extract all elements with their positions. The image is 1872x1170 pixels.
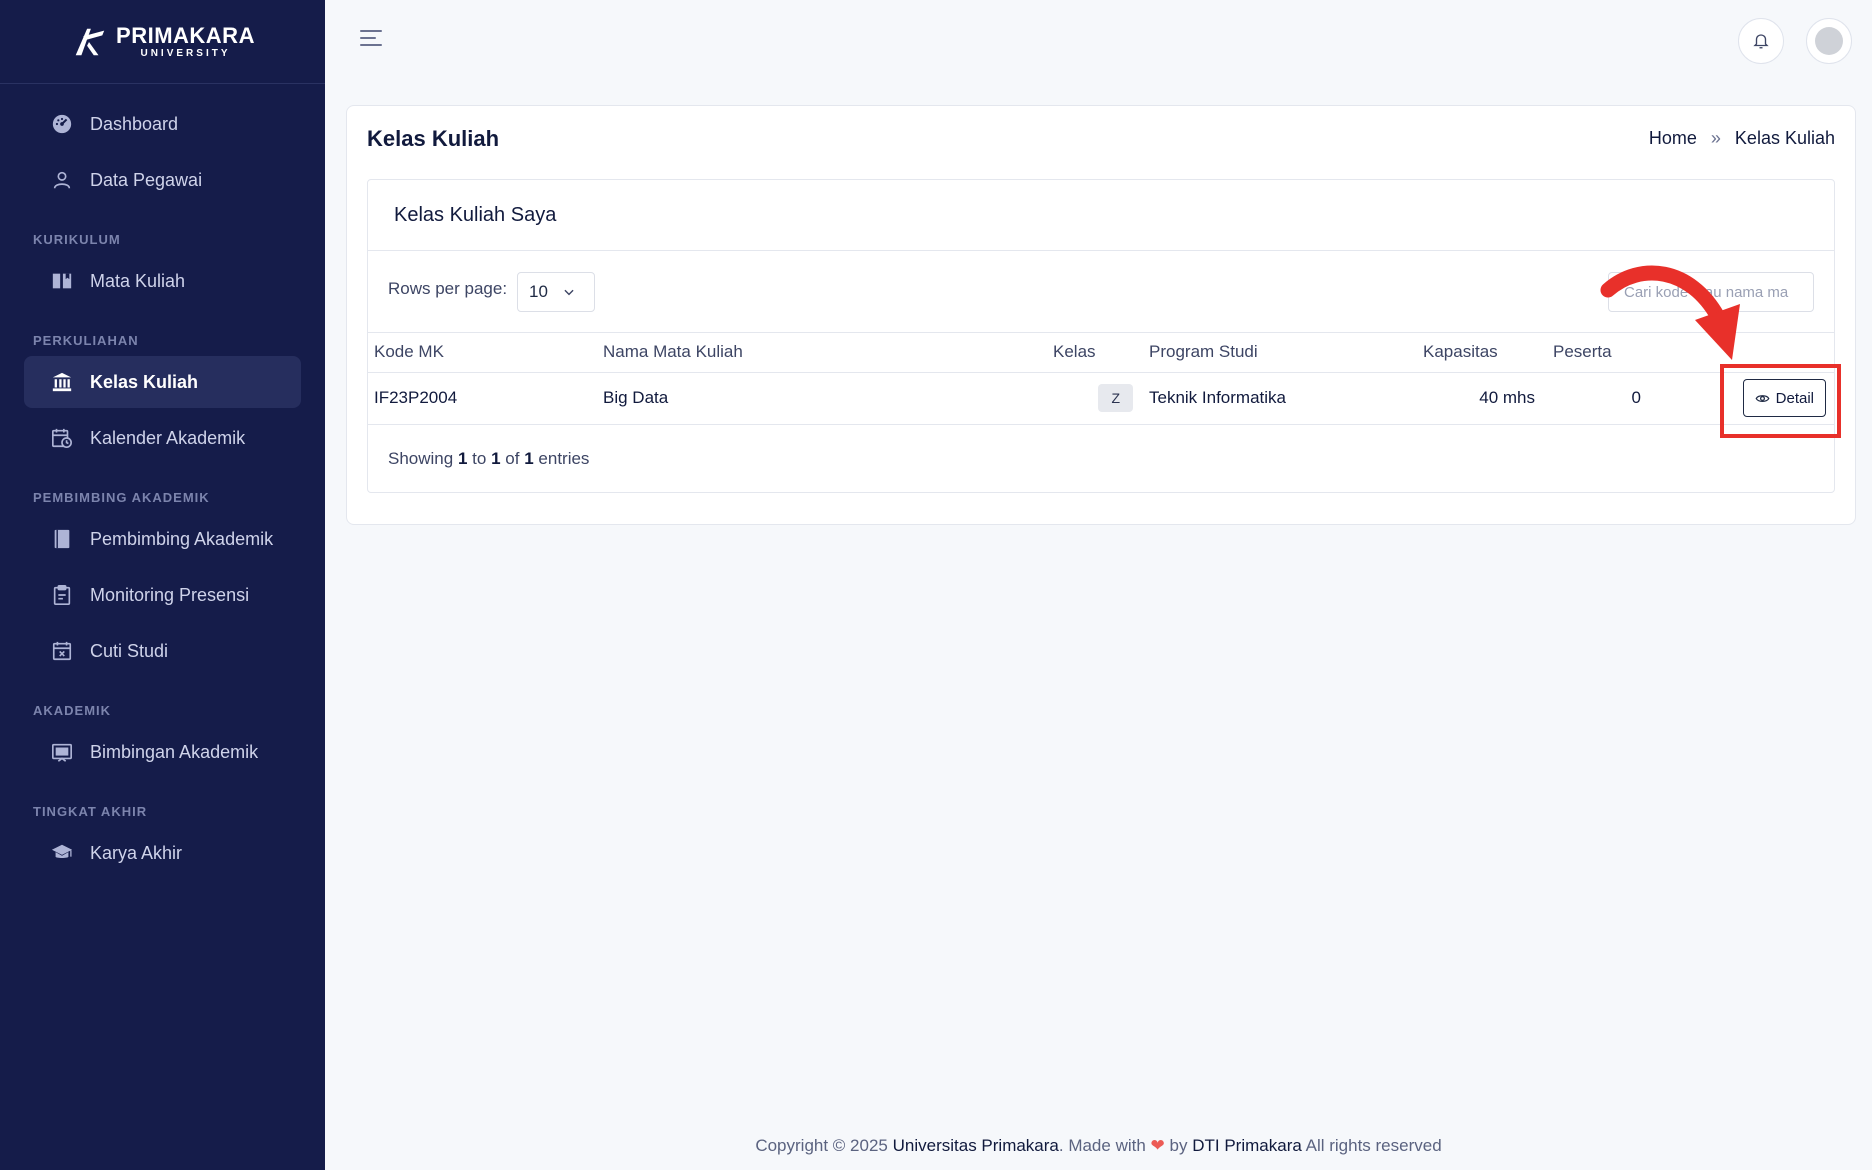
institution-icon [50,370,74,394]
sidebar-item-dashboard[interactable]: Dashboard [24,98,301,150]
copyright-team-link[interactable]: DTI Primakara [1192,1136,1302,1155]
dashboard-gauge-icon [50,112,74,136]
search-input[interactable] [1608,272,1814,312]
sidebar-item-kelas-kuliah[interactable]: Kelas Kuliah [24,356,301,408]
chevron-down-icon [564,289,574,296]
breadcrumb: Home » Kelas Kuliah [1649,128,1835,149]
column-header-peserta[interactable]: Peserta [1547,333,1655,372]
eye-icon [1755,394,1770,402]
book-open-icon [50,269,74,293]
breadcrumb-current: Kelas Kuliah [1734,128,1835,148]
cell-program-studi: Teknik Informatika [1149,388,1286,407]
sidebar-nav: Dashboard Data Pegawai KURIKULUM Mata Ku… [0,84,325,879]
sidebar-item-label: Kelas Kuliah [90,371,199,392]
calendar-x-icon [50,639,74,663]
sidebar-item-data-pegawai[interactable]: Data Pegawai [24,154,301,206]
table-row: IF23P2004 Big Data Z Teknik Informatika … [368,372,1834,424]
copyright-prefix: Copyright © 2025 [755,1136,888,1155]
page-title: Kelas Kuliah [367,126,500,151]
sidebar-item-label: Dashboard [90,113,179,134]
pagination-to: 1 [491,448,501,468]
pagination-of-label: of [505,448,520,468]
heart-icon: ❤ [1150,1136,1165,1155]
pagination-info: Showing 1 to 1 of 1 entries [368,425,1834,493]
calendar-clock-icon [50,426,74,450]
nav-section-title: KURIKULUM [33,232,121,247]
graduation-cap-icon [50,841,74,865]
copyright-org-link[interactable]: Universitas Primakara [893,1136,1059,1155]
menu-toggle-icon[interactable] [360,30,382,48]
clipboard-icon [50,583,74,607]
brand-logo[interactable]: PRIMAKARA UNIVERSITY [0,0,325,84]
book-icon [50,527,74,551]
sidebar-item-pembimbing-akademik[interactable]: Pembimbing Akademik [24,513,301,565]
sidebar-item-label: Mata Kuliah [90,270,186,291]
brand-name: PRIMAKARA [116,22,255,48]
breadcrumb-separator-icon: » [1710,128,1721,148]
sidebar-item-label: Bimbingan Akademik [90,741,259,762]
sidebar-item-label: Monitoring Presensi [90,584,250,605]
copyright-made-with: . Made with [1058,1136,1146,1155]
presentation-board-icon [50,740,74,764]
rows-per-page-value: 10 [529,282,548,301]
page-card: Kelas Kuliah Home » Kelas Kuliah Kelas K… [346,105,1856,525]
user-icon [50,168,74,192]
sidebar-item-monitoring-presensi[interactable]: Monitoring Presensi [24,569,301,621]
notification-bell-icon[interactable] [1738,18,1784,64]
cell-kelas: Z [1047,372,1143,424]
pagination-total: 1 [524,448,534,468]
table-controls: Rows per page: 10 [368,251,1834,333]
nav-section-title: AKADEMIK [33,703,112,718]
column-header-program-studi[interactable]: Program Studi [1143,333,1417,372]
column-header-kelas[interactable]: Kelas [1047,333,1143,372]
brand-subtitle: UNIVERSITY [140,47,231,59]
pagination-from: 1 [457,448,468,468]
cell-peserta: 0 [1631,388,1641,407]
sidebar: PRIMAKARA UNIVERSITY Dashboard Data Pega… [0,0,325,1170]
pagination-entries-label: entries [538,448,590,468]
rows-per-page-select[interactable]: 10 [517,272,595,312]
column-header-action [1655,333,1834,372]
copyright-suffix: All rights reserved [1305,1136,1442,1155]
sidebar-item-bimbingan-akademik[interactable]: Bimbingan Akademik [24,726,301,778]
user-avatar[interactable] [1806,18,1852,64]
sidebar-item-mata-kuliah[interactable]: Mata Kuliah [24,255,301,307]
sidebar-item-karya-akhir[interactable]: Karya Akhir [24,827,301,879]
sidebar-item-kalender-akademik[interactable]: Kalender Akademik [24,412,301,464]
column-header-kode-mk[interactable]: Kode MK [368,333,597,372]
kelas-kuliah-card: Kelas Kuliah Saya Rows per page: 10 Kode… [367,179,1835,493]
nav-section-title: TINGKAT AKHIR [33,804,148,819]
cell-kapasitas: 40 mhs [1479,388,1535,407]
topbar [325,0,1872,82]
cell-action: Detail [1655,372,1834,424]
nav-section-title: PEMBIMBING AKADEMIK [33,490,210,505]
breadcrumb-home-link[interactable]: Home [1649,128,1697,149]
kelas-table: Kode MK Nama Mata Kuliah Kelas Program S… [368,333,1834,425]
rows-per-page-label: Rows per page: [388,279,508,298]
sidebar-item-label: Data Pegawai [90,169,203,190]
detail-button[interactable]: Detail [1742,379,1826,417]
sidebar-item-cuti-studi[interactable]: Cuti Studi [24,625,301,677]
table-header-row: Kode MK Nama Mata Kuliah Kelas Program S… [368,333,1834,372]
copyright-by: by [1169,1136,1188,1155]
sidebar-item-label: Pembimbing Akademik [90,528,274,549]
card-title: Kelas Kuliah Saya [368,180,1834,251]
sidebar-item-label: Karya Akhir [90,842,183,863]
pagination-showing-label: Showing [388,448,454,468]
column-header-nama-mata-kuliah[interactable]: Nama Mata Kuliah [597,333,1047,372]
nav-section-title: PERKULIAHAN [33,333,139,348]
copyright-footer: Copyright © 2025 Universitas Primakara. … [325,1136,1872,1156]
primakara-logo-icon [75,28,105,55]
sidebar-item-label: Cuti Studi [90,640,169,661]
column-header-kapasitas[interactable]: Kapasitas [1417,333,1547,372]
pagination-to-label: to [472,448,487,468]
detail-button-label: Detail [1775,389,1814,407]
cell-kode-mk: IF23P2004 [374,388,458,407]
sidebar-item-label: Kalender Akademik [90,427,246,448]
cell-nama-mata-kuliah: Big Data [603,388,669,407]
kelas-badge: Z [1098,384,1133,412]
